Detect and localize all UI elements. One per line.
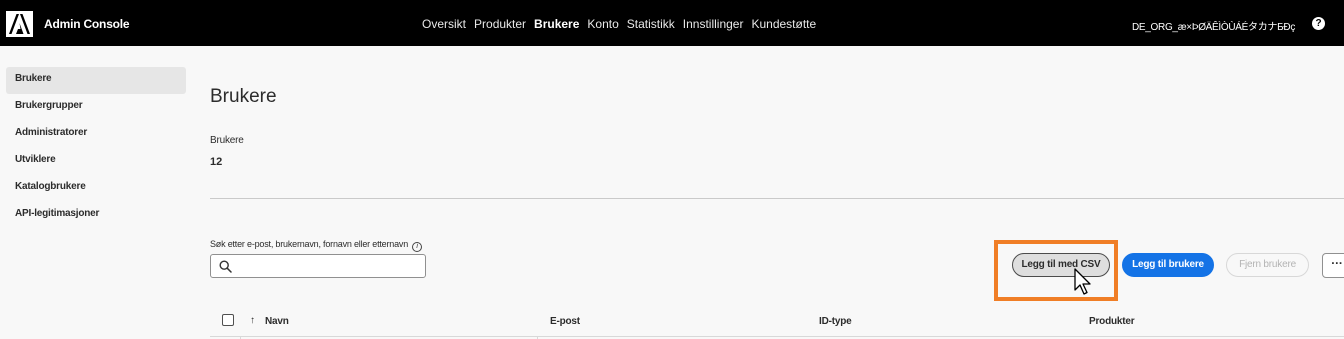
- main-nav: Oversikt Produkter Brukere Konto Statist…: [422, 17, 824, 31]
- sidebar-item-utviklere[interactable]: Utviklere: [6, 148, 186, 175]
- search-label-text: Søk etter e-post, brukernavn, fornavn el…: [210, 239, 409, 249]
- column-header-id-type[interactable]: ID-type: [819, 316, 852, 327]
- divider: [210, 198, 1344, 199]
- user-count-label: Brukere: [210, 135, 244, 146]
- nav-item-konto[interactable]: Konto: [587, 17, 618, 31]
- sidebar-item-api-legitimasjoner[interactable]: API-legitimasjoner: [6, 202, 186, 229]
- nav-item-innstillinger[interactable]: Innstillinger: [683, 17, 744, 31]
- info-icon[interactable]: i: [412, 242, 423, 252]
- search-label: Søk etter e-post, brukernavn, fornavn el…: [210, 239, 423, 252]
- column-header-products[interactable]: Produkter: [1089, 316, 1135, 327]
- more-actions-button[interactable]: ···: [1322, 253, 1344, 278]
- nav-item-kundestotte[interactable]: Kundestøtte: [751, 17, 816, 31]
- column-header-name[interactable]: Navn: [265, 316, 289, 327]
- help-icon[interactable]: ?: [1312, 17, 1325, 30]
- sidebar-item-brukergrupper[interactable]: Brukergrupper: [6, 94, 186, 121]
- top-bar: Admin Console Oversikt Produkter Brukere…: [0, 0, 1344, 46]
- nav-item-statistikk[interactable]: Statistikk: [627, 17, 675, 31]
- nav-item-oversikt[interactable]: Oversikt: [422, 17, 466, 31]
- page-title: Brukere: [210, 86, 277, 107]
- search-icon: [219, 260, 232, 273]
- nav-item-brukere[interactable]: Brukere: [534, 17, 579, 31]
- remove-users-button[interactable]: Fjern brukere: [1226, 253, 1309, 277]
- adobe-logo-icon: [6, 11, 33, 37]
- sidebar-item-administratorer[interactable]: Administratorer: [6, 121, 186, 148]
- user-count-value: 12: [210, 156, 223, 168]
- highlight-box: [994, 240, 1118, 301]
- sidebar-item-katalogbrukere[interactable]: Katalogbrukere: [6, 175, 186, 202]
- org-switcher[interactable]: DE_ORG_æ×ÞØÄÊÌÒÙÁÉタカナБÐç: [1132, 18, 1295, 33]
- mouse-pointer-icon: [1074, 268, 1091, 295]
- search-input[interactable]: [237, 258, 421, 274]
- nav-item-produkter[interactable]: Produkter: [474, 17, 526, 31]
- sidebar: Brukere Brukergrupper Administratorer Ut…: [6, 67, 186, 229]
- add-users-button[interactable]: Legg til brukere: [1122, 253, 1214, 277]
- column-header-email[interactable]: E-post: [550, 316, 580, 327]
- sort-ascending-icon[interactable]: ↑: [250, 315, 255, 326]
- app-title[interactable]: Admin Console: [44, 17, 130, 31]
- adobe-logo[interactable]: [6, 11, 33, 37]
- select-all-checkbox[interactable]: [222, 314, 234, 326]
- sidebar-item-brukere[interactable]: Brukere: [6, 67, 186, 94]
- search-field[interactable]: [210, 254, 426, 278]
